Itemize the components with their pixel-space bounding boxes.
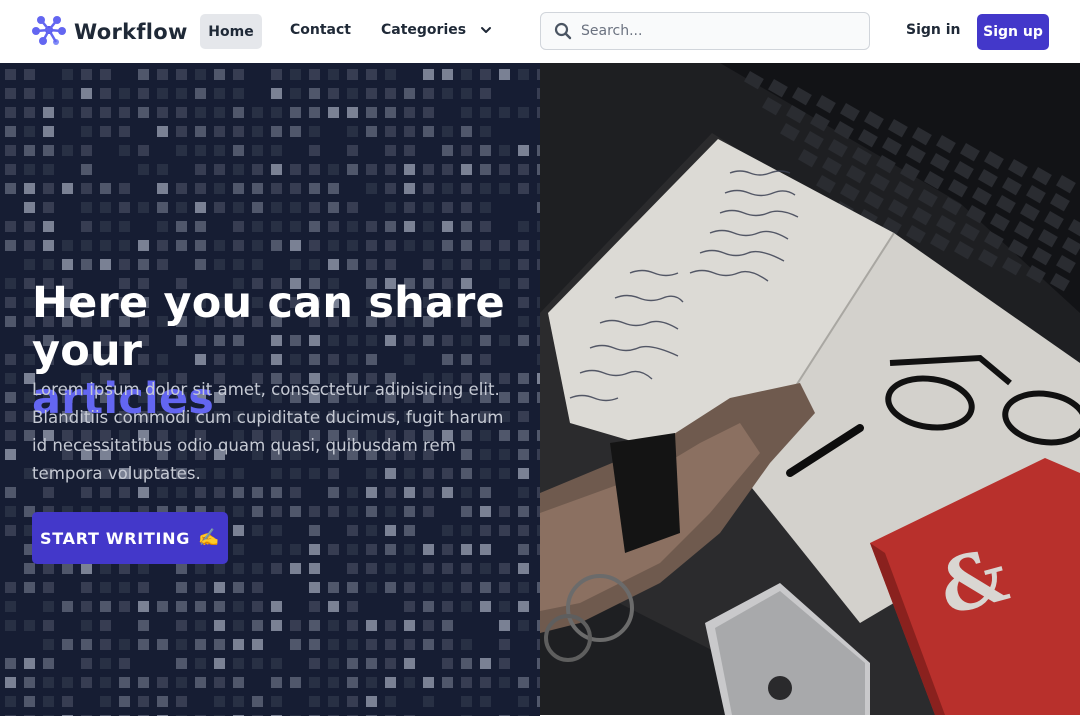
hero-text-panel: Here you can share your articles Lorem i… <box>0 63 540 716</box>
desk-photo-illustration: & <box>540 63 1080 715</box>
nav-categories-label: Categories <box>381 22 467 38</box>
hero-title-line-2: your <box>32 326 143 376</box>
start-writing-label: START WRITING <box>40 528 191 548</box>
hero-title-line-1: Here you can share <box>32 278 505 328</box>
search-icon <box>554 22 572 40</box>
hero-image: & <box>540 63 1080 715</box>
nav-contact-link[interactable]: Contact <box>290 22 351 38</box>
start-writing-button[interactable]: START WRITING ✍️ <box>32 512 228 564</box>
sign-up-button[interactable]: Sign up <box>977 14 1049 50</box>
nav-categories-dropdown[interactable]: Categories <box>381 22 493 38</box>
search-input[interactable] <box>581 23 851 39</box>
sign-in-link[interactable]: Sign in <box>906 22 961 38</box>
chevron-down-icon <box>481 27 492 33</box>
workflow-logo-icon <box>32 13 66 51</box>
brand-logo[interactable]: Workflow <box>32 13 188 51</box>
hero-description: Lorem ipsum dolor sit amet, consectetur … <box>32 380 504 483</box>
nav-home-link[interactable]: Home <box>200 14 262 49</box>
writing-hand-icon: ✍️ <box>198 528 220 548</box>
top-navbar: Workflow Home Contact Categories Sign in… <box>0 0 1080 63</box>
brand-name: Workflow <box>74 20 188 44</box>
search-box[interactable] <box>540 12 870 50</box>
